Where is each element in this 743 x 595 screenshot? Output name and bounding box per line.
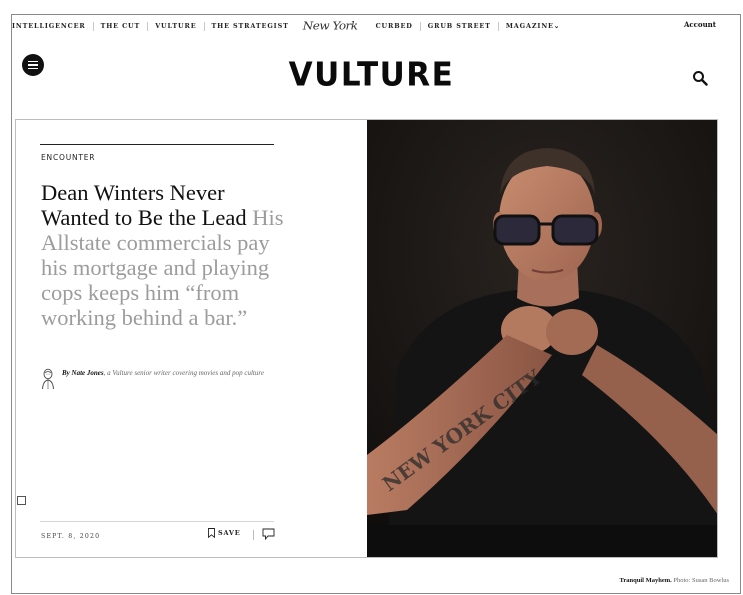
nav-divider [203, 21, 205, 31]
nav-link-vulture[interactable]: VULTURE [155, 22, 196, 30]
nav-divider [92, 21, 94, 31]
save-label: SAVE [218, 529, 241, 537]
new-york-logo[interactable]: New York [303, 20, 358, 33]
caption-credit: Photo: Susan Bowlus [671, 577, 729, 584]
nav-link-magazine[interactable]: MAGAZINE⌄ [506, 22, 560, 30]
author-description: , a Vulture senior writer covering movie… [103, 369, 264, 377]
byline-prefix: By [62, 369, 70, 377]
chevron-down-icon: ⌄ [553, 22, 561, 30]
search-icon[interactable] [692, 70, 708, 86]
photo-caption: Tranquil Mayhem. Photo: Susan Bowlus [620, 577, 730, 584]
nav-link-the-cut[interactable]: THE CUT [101, 22, 141, 30]
nav-link-curbed[interactable]: CURBED [376, 22, 413, 30]
lede-photo: NEW YORK CITY [367, 120, 717, 557]
article-lede: ENCOUNTER Dean Winters Never Wanted to B… [15, 119, 718, 558]
rubric-rule [40, 144, 274, 145]
article-rubric[interactable]: ENCOUNTER [41, 153, 95, 162]
comment-icon[interactable] [262, 528, 275, 540]
account-link[interactable]: Account [684, 20, 716, 29]
nav-link-intelligencer[interactable]: INTELLIGENCER [12, 22, 86, 30]
selection-checkbox[interactable] [17, 496, 26, 505]
publish-date: SEPT. 8, 2020 [41, 533, 101, 540]
nav-link-magazine-label: MAGAZINE [505, 22, 554, 30]
article-headline: Dean Winters Never Wanted to Be the Lead… [41, 180, 291, 330]
nav-divider [419, 21, 421, 31]
caption-title: Tranquil Mayhem. [619, 577, 672, 584]
save-button[interactable]: SAVE [208, 528, 240, 538]
byline: By Nate Jones, a Vulture senior writer c… [41, 368, 281, 390]
nav-link-the-strategist[interactable]: THE STRATEGIST [212, 22, 289, 30]
nav-divider [497, 21, 499, 31]
footer-rule [40, 521, 274, 522]
bookmark-icon [208, 528, 215, 538]
byline-text: By Nate Jones, a Vulture senior writer c… [62, 368, 264, 390]
network-nav: INTELLIGENCER THE CUT VULTURE THE STRATE… [12, 12, 716, 40]
nav-link-grub-street[interactable]: GRUB STREET [428, 22, 491, 30]
action-divider [253, 530, 254, 540]
article-text-panel: ENCOUNTER Dean Winters Never Wanted to B… [16, 120, 367, 557]
vulture-logo[interactable]: VULTURE [0, 56, 743, 94]
nav-divider [147, 21, 149, 31]
author-avatar [42, 368, 54, 390]
author-name[interactable]: Nate Jones [72, 369, 104, 377]
article-title: Dean Winters Never Wanted to Be the Lead [41, 180, 247, 230]
portrait-image: NEW YORK CITY [367, 120, 717, 557]
